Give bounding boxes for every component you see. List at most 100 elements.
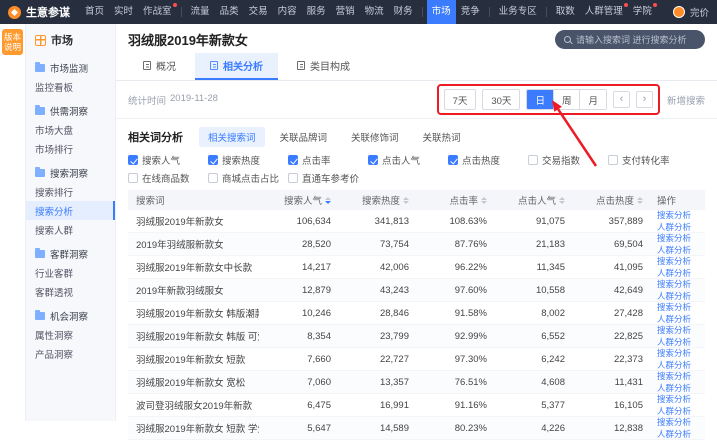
checkbox-express-ref-price[interactable] — [288, 173, 298, 183]
nav-item-realtime[interactable]: 实时 — [109, 0, 138, 24]
analysis-tab-related-modifier-words[interactable]: 关联修饰词 — [342, 127, 408, 147]
checkbox-payment-conversion[interactable] — [608, 155, 618, 165]
search-input[interactable]: 请输入搜索词 进行搜索分析 — [555, 30, 705, 49]
action-link-search-analysis[interactable]: 搜索分析 — [657, 279, 705, 289]
metric-search-popularity[interactable]: 搜索人气 — [128, 153, 208, 167]
nav-item-marketing[interactable]: 营销 — [331, 0, 360, 24]
analysis-tab-related-search-words[interactable]: 相关搜索词 — [199, 127, 265, 147]
metric-mall-click-ratio[interactable]: 商城点击占比 — [208, 171, 288, 185]
metric-express-ref-price[interactable]: 直通车参考价 — [288, 171, 368, 185]
checkbox-click-heat[interactable] — [448, 155, 458, 165]
range-button-30d[interactable]: 30天 — [482, 89, 520, 110]
checkbox-search-heat[interactable] — [208, 155, 218, 165]
nav-item-category[interactable]: 品类 — [215, 0, 244, 24]
metric-payment-conversion[interactable]: 支付转化率 — [608, 153, 688, 167]
action-link-crowd-analysis[interactable]: 人群分析 — [657, 291, 705, 301]
metric-click-popularity[interactable]: 点击人气 — [368, 153, 448, 167]
action-link-crowd-analysis[interactable]: 人群分析 — [657, 245, 705, 255]
nav-item-traffic[interactable]: 流量 — [186, 0, 215, 24]
sidebar-item-search-crowd[interactable]: 搜索人群 — [26, 220, 115, 239]
action-link-search-analysis[interactable]: 搜索分析 — [657, 325, 705, 335]
nav-item-market[interactable]: 市场 — [427, 0, 456, 24]
action-link-crowd-analysis[interactable]: 人群分析 — [657, 429, 705, 439]
sidebar-item-search-insight[interactable]: 搜索洞察 — [26, 163, 115, 182]
column-header-click-heat[interactable]: 点击热度 — [571, 193, 649, 207]
checkbox-click-rate[interactable] — [288, 155, 298, 165]
analysis-tab-related-hot-words[interactable]: 关联热词 — [414, 127, 470, 147]
metric-trade-index[interactable]: 交易指数 — [528, 153, 608, 167]
sidebar-item-customer-insight[interactable]: 客群洞察 — [26, 244, 115, 263]
column-header-search-popularity[interactable]: 搜索人气 — [259, 193, 337, 207]
sidebar-item-customer-perspective[interactable]: 客群透视 — [26, 282, 115, 301]
action-link-crowd-analysis[interactable]: 人群分析 — [657, 222, 705, 232]
nav-item-business-zone[interactable]: 业务专区 — [494, 0, 542, 24]
action-link-crowd-analysis[interactable]: 人群分析 — [657, 383, 705, 393]
range-button-7d[interactable]: 7天 — [444, 89, 477, 110]
nav-item-content[interactable]: 内容 — [273, 0, 302, 24]
checkbox-mall-click-ratio[interactable] — [208, 173, 218, 183]
metric-click-heat[interactable]: 点击热度 — [448, 153, 528, 167]
sort-icon[interactable] — [637, 197, 643, 204]
action-link-search-analysis[interactable]: 搜索分析 — [657, 256, 705, 266]
prev-page-button[interactable]: ‹ — [613, 91, 630, 108]
new-search-link[interactable]: 新增搜索 — [667, 93, 705, 107]
granularity-day[interactable]: 日 — [527, 90, 553, 109]
granularity-week[interactable]: 周 — [553, 90, 580, 109]
sidebar-item-monitor-board[interactable]: 监控看板 — [26, 77, 115, 96]
sidebar-item-market-ranking[interactable]: 市场排行 — [26, 139, 115, 158]
metric-click-rate[interactable]: 点击率 — [288, 153, 368, 167]
sidebar-item-opportunity-insight[interactable]: 机会洞察 — [26, 306, 115, 325]
action-link-crowd-analysis[interactable]: 人群分析 — [657, 314, 705, 324]
nav-item-service[interactable]: 服务 — [302, 0, 331, 24]
checkbox-trade-index[interactable] — [528, 155, 538, 165]
action-link-search-analysis[interactable]: 搜索分析 — [657, 233, 705, 243]
nav-account[interactable]: 完价 — [673, 5, 709, 19]
sidebar-item-product-insight[interactable]: 产品洞察 — [26, 344, 115, 363]
checkbox-search-popularity[interactable] — [128, 155, 138, 165]
sort-icon[interactable] — [403, 197, 409, 204]
action-link-crowd-analysis[interactable]: 人群分析 — [657, 360, 705, 370]
checkbox-online-products[interactable] — [128, 173, 138, 183]
sidebar-item-search-analysis[interactable]: 搜索分析 — [26, 201, 115, 220]
tab-overview[interactable]: 概况 — [128, 53, 191, 80]
action-link-search-analysis[interactable]: 搜索分析 — [657, 417, 705, 427]
granularity-month[interactable]: 月 — [579, 90, 606, 109]
nav-item-data-fetch[interactable]: 取数 — [551, 0, 580, 24]
action-link-crowd-analysis[interactable]: 人群分析 — [657, 268, 705, 278]
sidebar-item-industry-customer[interactable]: 行业客群 — [26, 263, 115, 282]
sidebar-item-search-ranking[interactable]: 搜索排行 — [26, 182, 115, 201]
action-link-search-analysis[interactable]: 搜索分析 — [657, 210, 705, 220]
action-link-search-analysis[interactable]: 搜索分析 — [657, 348, 705, 358]
next-page-button[interactable]: › — [636, 91, 653, 108]
nav-item-crowd-mgmt[interactable]: 人群管理 — [580, 0, 628, 24]
analysis-tab-related-brand-words[interactable]: 关联品牌词 — [271, 127, 337, 147]
action-link-crowd-analysis[interactable]: 人群分析 — [657, 337, 705, 347]
metric-online-products[interactable]: 在线商品数 — [128, 171, 208, 185]
sort-icon[interactable] — [325, 197, 331, 204]
nav-item-logistics[interactable]: 物流 — [360, 0, 389, 24]
app-logo[interactable]: 生意参谋 — [8, 4, 70, 20]
tab-related-analysis[interactable]: 相关分析 — [195, 53, 278, 80]
nav-item-trade[interactable]: 交易 — [244, 0, 273, 24]
column-header-search-heat[interactable]: 搜索热度 — [337, 193, 415, 207]
sidebar-item-supply-demand-insight[interactable]: 供需洞察 — [26, 101, 115, 120]
action-link-crowd-analysis[interactable]: 人群分析 — [657, 406, 705, 416]
nav-item-academy[interactable]: 学院 — [628, 0, 657, 24]
sidebar-item-attribute-insight[interactable]: 属性洞察 — [26, 325, 115, 344]
action-link-search-analysis[interactable]: 搜索分析 — [657, 302, 705, 312]
nav-item-finance[interactable]: 财务 — [389, 0, 418, 24]
action-link-search-analysis[interactable]: 搜索分析 — [657, 394, 705, 404]
sort-icon[interactable] — [559, 197, 565, 204]
checkbox-click-popularity[interactable] — [368, 155, 378, 165]
sort-icon[interactable] — [481, 197, 487, 204]
column-header-click-popularity[interactable]: 点击人气 — [493, 193, 571, 207]
sidebar-item-market-overview[interactable]: 市场大盘 — [26, 120, 115, 139]
action-link-search-analysis[interactable]: 搜索分析 — [657, 371, 705, 381]
sidebar-item-market-monitor[interactable]: 市场监测 — [26, 58, 115, 77]
version-note-tag[interactable]: 版本说明 — [2, 29, 23, 55]
nav-item-compete[interactable]: 竞争 — [456, 0, 485, 24]
tab-category-composition[interactable]: 类目构成 — [282, 53, 365, 80]
nav-item-home[interactable]: 首页 — [80, 0, 109, 24]
column-header-click-rate[interactable]: 点击率 — [415, 193, 493, 207]
metric-search-heat[interactable]: 搜索热度 — [208, 153, 288, 167]
